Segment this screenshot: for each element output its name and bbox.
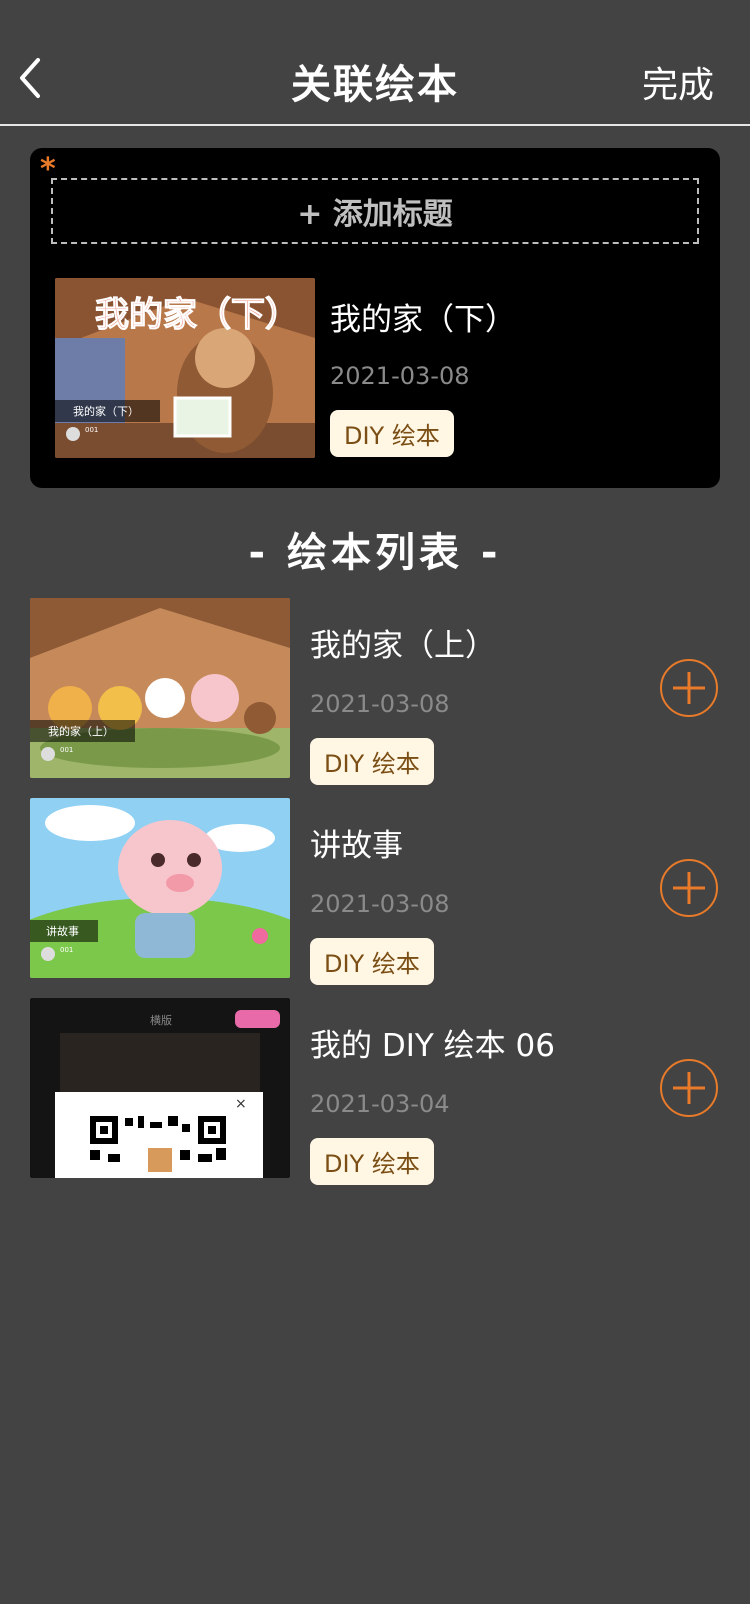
book-cover-3[interactable]: 横版 × (30, 998, 290, 1178)
selected-book-date: 2021-03-08 (330, 362, 470, 390)
page-title: 关联绘本 (291, 62, 459, 108)
cover-title-art: 我的家（下） (95, 295, 299, 335)
book-date-3: 2021-03-04 (310, 1090, 450, 1118)
list-title: - 绘本列表 - (248, 530, 502, 576)
done-button[interactable]: 完成 (642, 56, 714, 108)
svg-text:001: 001 (60, 746, 73, 754)
add-book-button-3[interactable] (660, 1059, 718, 1117)
selected-book-cover[interactable]: 我的家（下） 001 我的家（下） (55, 278, 315, 458)
book-cover-2[interactable]: 讲故事 001 (30, 798, 290, 978)
book-date-2: 2021-03-08 (310, 890, 450, 918)
book-cover-1[interactable]: 我的家（上） 001 (30, 598, 290, 778)
book-badge-3: DIY 绘本 (310, 1138, 434, 1185)
svg-text:横版: 横版 (150, 1013, 172, 1027)
add-title-button[interactable]: + 添加标题 (51, 178, 699, 244)
book-date-1: 2021-03-08 (310, 690, 450, 718)
svg-text:001: 001 (85, 426, 98, 434)
svg-text:001: 001 (60, 946, 73, 954)
selected-book-badge: DIY 绘本 (330, 410, 454, 457)
book-title-2: 讲故事 (310, 828, 403, 864)
svg-text:我的家（上）: 我的家（上） (48, 724, 114, 738)
add-book-button-1[interactable] (660, 659, 718, 717)
nav-bar: 关联绘本 完成 (0, 0, 750, 126)
book-title-3: 我的 DIY 绘本 06 (310, 1028, 555, 1064)
add-book-button-2[interactable] (660, 859, 718, 917)
book-badge-2: DIY 绘本 (310, 938, 434, 985)
book-title-1: 我的家（上） (310, 628, 496, 664)
svg-text:讲故事: 讲故事 (46, 924, 79, 938)
book-badge-1: DIY 绘本 (310, 738, 434, 785)
selected-book-card: * + 添加标题 我的家（下） 001 我的家（下） 我的家（下） 2021-0… (30, 148, 720, 488)
selected-book-title: 我的家（下） (330, 302, 516, 338)
cover-caption: 我的家（下） (73, 404, 139, 418)
svg-text:×: × (235, 1096, 247, 1112)
